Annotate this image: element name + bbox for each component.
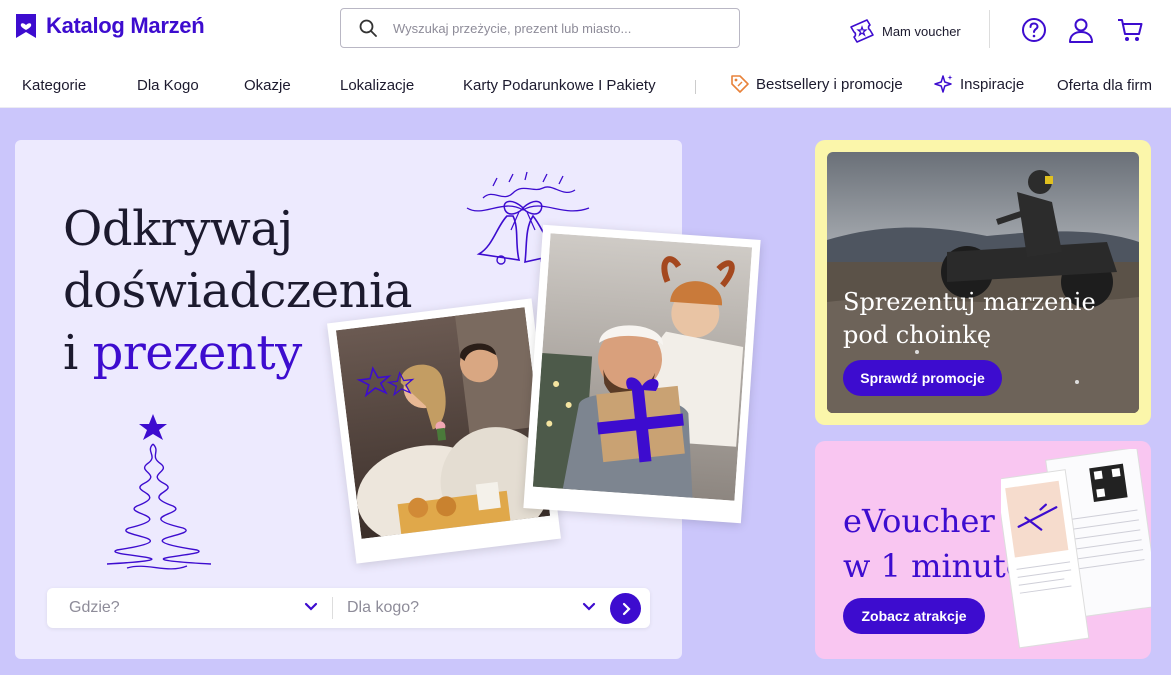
see-attractions-button[interactable]: Zobacz atrakcje bbox=[843, 598, 985, 634]
family-gift-image bbox=[532, 233, 753, 501]
evoucher-promo-title-line2: w 1 minutę bbox=[843, 547, 1025, 585]
experience-filter: Gdzie? Dla kogo? bbox=[47, 588, 650, 628]
voucher-brochure-illustration bbox=[1001, 449, 1151, 649]
hero-title-prefix: i bbox=[63, 325, 78, 381]
hero-title-accent: prezenty bbox=[92, 325, 303, 381]
user-icon[interactable] bbox=[1068, 17, 1094, 43]
check-promotions-button[interactable]: Sprawdź promocje bbox=[843, 360, 1002, 396]
christmas-promo-title-line2: pod choinkę bbox=[843, 321, 992, 349]
for-whom-select-label: Dla kogo? bbox=[347, 599, 420, 616]
nav-item-dla-kogo[interactable]: Dla Kogo bbox=[137, 77, 199, 94]
voucher-link[interactable]: Mam voucher bbox=[848, 18, 961, 44]
nav-item-okazje[interactable]: Okazje bbox=[244, 77, 291, 94]
hero-title-line1: Odkrywaj bbox=[63, 201, 293, 257]
couple-image bbox=[335, 307, 551, 539]
nav-divider bbox=[695, 80, 696, 94]
for-whom-select[interactable]: Dla kogo? bbox=[347, 588, 597, 628]
nav-item-inspiracje-label: Inspiracje bbox=[960, 75, 1025, 93]
christmas-tree-doodle-icon bbox=[106, 414, 212, 570]
tag-icon bbox=[731, 75, 749, 93]
search-input[interactable] bbox=[393, 20, 713, 36]
top-header: Katalog Marzeń Mam voucher bbox=[0, 0, 1171, 60]
filter-divider bbox=[332, 597, 333, 619]
search-bar[interactable] bbox=[340, 8, 740, 48]
chevron-right-icon bbox=[622, 602, 631, 615]
chevron-down-icon bbox=[304, 602, 318, 611]
family-gift-photo bbox=[523, 224, 761, 524]
nav-item-oferta-dla-firm[interactable]: Oferta dla firm bbox=[1057, 77, 1152, 94]
christmas-promo-title-line1: Sprezentuj marzenie bbox=[843, 288, 1096, 316]
header-divider bbox=[989, 10, 990, 48]
nav-item-bestsellery-label: Bestsellery i promocje bbox=[756, 75, 903, 93]
filter-submit-button[interactable] bbox=[610, 593, 641, 624]
chevron-down-icon bbox=[582, 602, 596, 611]
nav-item-kategorie[interactable]: Kategorie bbox=[22, 77, 86, 94]
main-content: Odkrywaj doświadczenia i prezenty Gdzie?… bbox=[0, 108, 1171, 675]
nav-item-karty-podarunkowe[interactable]: Karty Podarunkowe I Pakiety bbox=[463, 77, 656, 94]
where-select-label: Gdzie? bbox=[69, 599, 120, 616]
search-icon bbox=[359, 19, 377, 37]
evoucher-promo-card[interactable]: eVoucher w 1 minutę Zobacz atrakcje bbox=[815, 441, 1151, 659]
voucher-label: Mam voucher bbox=[882, 23, 961, 39]
couple-photo bbox=[327, 298, 561, 564]
nav-item-lokalizacje[interactable]: Lokalizacje bbox=[340, 77, 414, 94]
bookmark-heart-logo-icon bbox=[16, 14, 36, 38]
sparkle-icon bbox=[934, 75, 953, 93]
hero-title-line2: doświadczenia bbox=[63, 263, 413, 319]
christmas-promo-card[interactable]: Sprezentuj marzenie pod choinkę Sprawdź … bbox=[815, 140, 1151, 425]
christmas-promo-title: Sprezentuj marzenie pod choinkę bbox=[843, 286, 1096, 352]
hero-panel: Odkrywaj doświadczenia i prezenty Gdzie?… bbox=[15, 140, 761, 659]
help-icon[interactable] bbox=[1021, 17, 1047, 43]
where-select[interactable]: Gdzie? bbox=[69, 588, 319, 628]
logo[interactable]: Katalog Marzeń bbox=[14, 12, 205, 40]
voucher-ticket-icon bbox=[850, 19, 874, 43]
evoucher-promo-title-line1: eVoucher bbox=[843, 502, 995, 540]
evoucher-promo-title: eVoucher w 1 minutę bbox=[843, 499, 1025, 589]
nav-item-inspiracje[interactable]: Inspiracje bbox=[934, 74, 1024, 94]
main-nav: Kategorie Dla Kogo Okazje Lokalizacje Ka… bbox=[0, 60, 1171, 108]
cart-icon[interactable] bbox=[1117, 17, 1143, 43]
brand-name: Katalog Marzeń bbox=[46, 13, 205, 38]
nav-item-bestsellery[interactable]: Bestsellery i promocje bbox=[730, 74, 903, 94]
